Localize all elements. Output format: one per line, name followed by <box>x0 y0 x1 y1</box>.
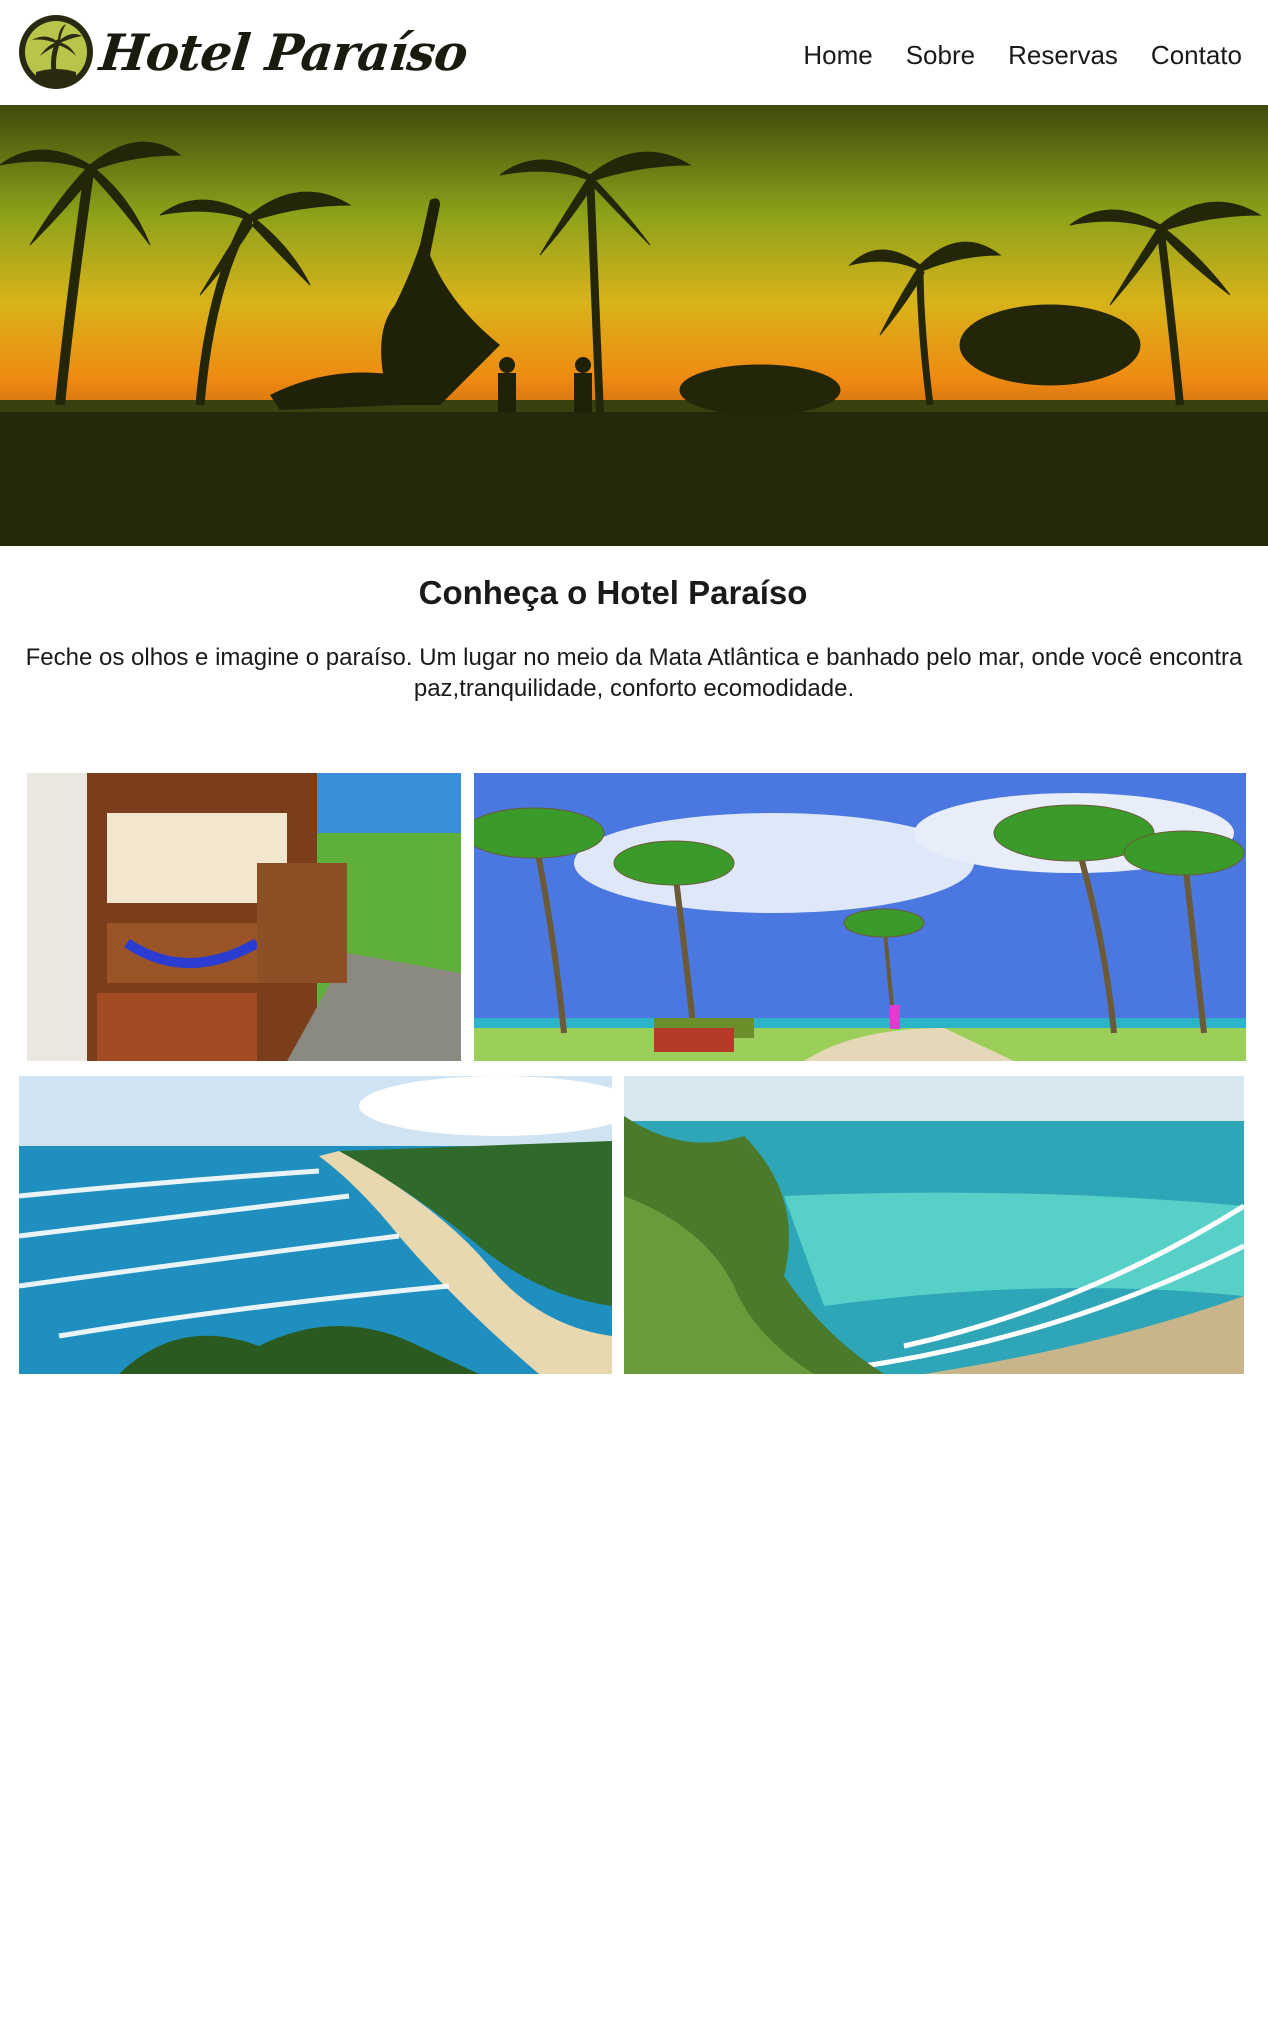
gallery-photo-turquoise-sea <box>624 1076 1244 1374</box>
brand-logo[interactable]: Hotel Paraíso <box>18 14 470 90</box>
hero-banner-image <box>0 105 1268 546</box>
intro-text: Feche os olhos e imagine o paraíso. Um l… <box>25 644 1243 702</box>
nav-link-contato[interactable]: Contato <box>1151 40 1242 71</box>
nav-link-home[interactable]: Home <box>803 40 872 71</box>
gallery-photo-hotel-veranda <box>27 773 461 1061</box>
brand-name: Hotel Paraíso <box>96 22 470 82</box>
intro-title: Conheça o Hotel Paraíso <box>418 574 808 611</box>
nav-link-reservas[interactable]: Reservas <box>1008 40 1118 71</box>
site-header: Hotel Paraíso Home Sobre Reservas Contat… <box>0 0 1268 105</box>
page: Hotel Paraíso Home Sobre Reservas Contat… <box>0 0 1268 2034</box>
main-nav: Home Sobre Reservas Contato <box>803 40 1242 71</box>
gallery-photo-palm-beach <box>474 773 1246 1061</box>
gallery-photo-aerial-beach <box>19 1076 612 1374</box>
palm-logo-icon <box>19 15 93 89</box>
nav-link-sobre[interactable]: Sobre <box>906 40 975 71</box>
